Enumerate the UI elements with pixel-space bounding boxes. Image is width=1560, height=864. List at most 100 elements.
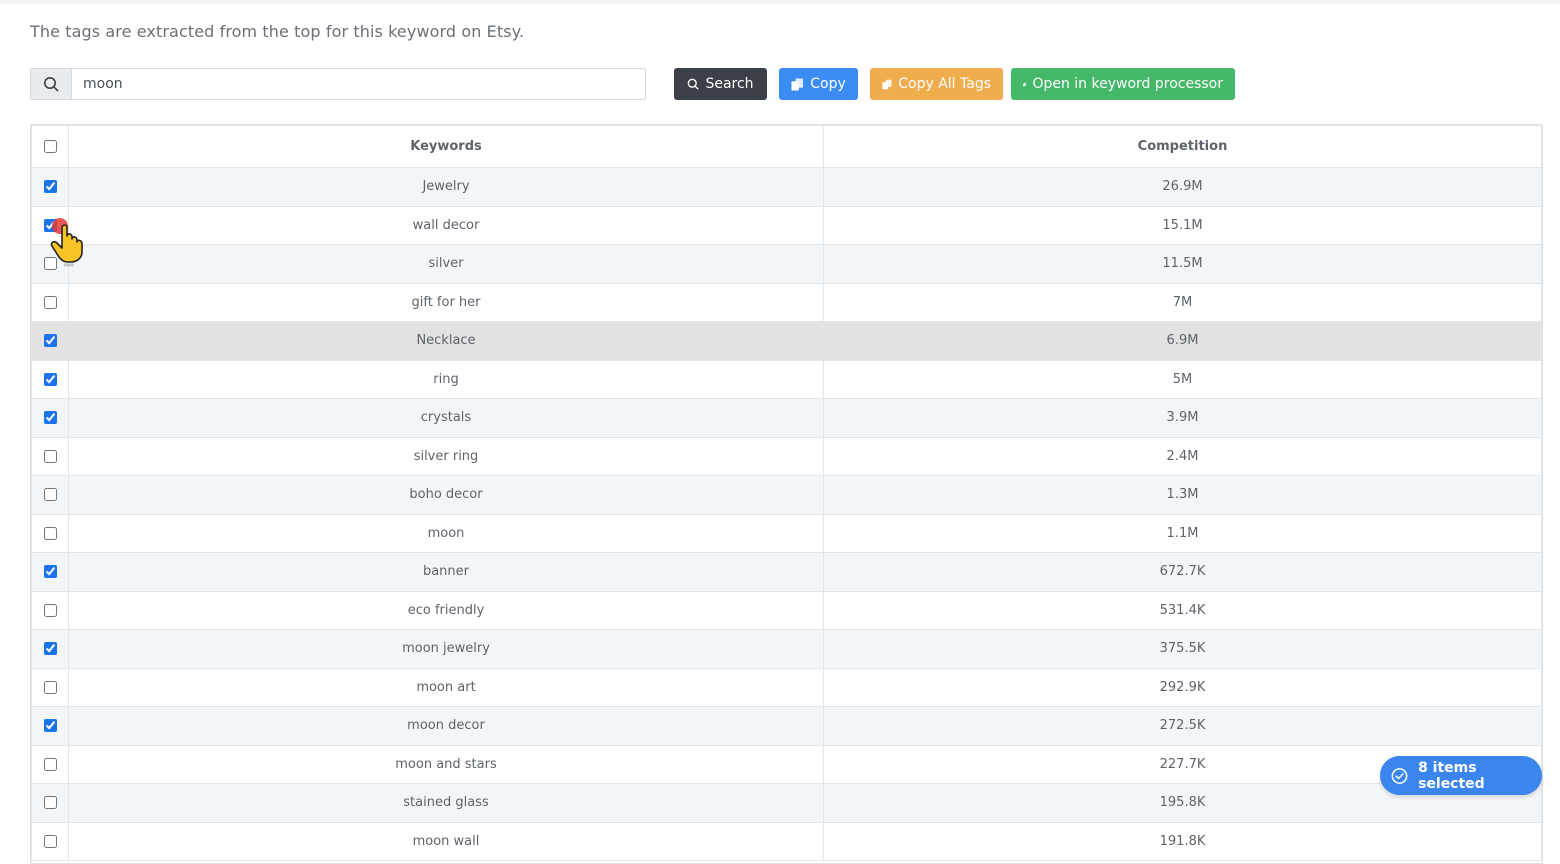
competition-cell: 6.9M — [823, 321, 1542, 361]
row-select-cell — [31, 244, 69, 284]
competition-cell: 292.9K — [823, 667, 1542, 707]
table-row[interactable]: moon and stars 227.7K — [31, 744, 1542, 784]
row-select-cell — [31, 167, 69, 207]
keyword-cell: ring — [68, 359, 824, 399]
keyword-cell: wall decor — [68, 205, 824, 245]
row-select-cell — [31, 552, 69, 592]
row-select-checkbox[interactable] — [43, 834, 57, 848]
row-select-checkbox[interactable] — [43, 295, 57, 309]
table-row[interactable]: wall decor 15.1M — [31, 205, 1542, 245]
table-row[interactable]: gift for her 7M — [31, 282, 1542, 322]
row-select-cell — [31, 629, 69, 669]
row-select-checkbox[interactable] — [43, 796, 57, 810]
keyword-cell: eco friendly — [68, 590, 824, 630]
row-select-checkbox[interactable] — [43, 218, 57, 232]
keyword-cell: Jewelry — [68, 167, 824, 207]
competition-cell: 2.4M — [823, 436, 1542, 476]
copy-all-tags-button[interactable]: Copy All Tags — [870, 68, 1003, 100]
check-circle-icon — [1391, 767, 1408, 784]
competition-cell: 672.7K — [823, 552, 1542, 592]
row-select-checkbox[interactable] — [43, 565, 57, 579]
row-select-checkbox[interactable] — [43, 642, 57, 656]
row-select-checkbox[interactable] — [43, 526, 57, 540]
copy-icon — [1023, 82, 1027, 86]
open-keyword-processor-button[interactable]: Open in keyword processor — [1011, 68, 1235, 100]
search-button-label: Search — [705, 76, 754, 92]
row-select-checkbox[interactable] — [43, 180, 57, 194]
copy-icon — [791, 77, 804, 91]
intro-text: The tags are extracted from the top for … — [30, 22, 525, 41]
competition-cell: 272.5K — [823, 706, 1542, 746]
row-select-cell — [31, 706, 69, 746]
keywords-table: Keywords Competition Jewelry 26.9M wall de… — [30, 124, 1543, 864]
row-select-checkbox[interactable] — [43, 488, 57, 502]
table-row[interactable]: ring 5M — [31, 359, 1542, 399]
copy-icon — [882, 79, 892, 89]
selection-count-badge[interactable]: 8 items selected — [1380, 756, 1542, 795]
table-row[interactable]: stained glass 195.8K — [31, 783, 1542, 823]
keyword-cell: gift for her — [68, 282, 824, 322]
search-button[interactable]: Search — [674, 68, 767, 100]
copy-all-tags-button-label: Copy All Tags — [898, 76, 991, 92]
table-row[interactable]: eco friendly 531.4K — [31, 590, 1542, 630]
table-row[interactable]: silver 11.5M — [31, 244, 1542, 284]
table-row[interactable]: moon decor 272.5K — [31, 706, 1542, 746]
row-select-checkbox[interactable] — [43, 449, 57, 463]
row-select-cell — [31, 475, 69, 515]
competition-cell: 7M — [823, 282, 1542, 322]
search-group — [30, 68, 646, 100]
row-select-cell — [31, 744, 69, 784]
keyword-cell: stained glass — [68, 783, 824, 823]
search-icon — [688, 78, 699, 90]
keyword-cell: moon jewelry — [68, 629, 824, 669]
row-select-cell — [31, 821, 69, 861]
table-row[interactable]: banner 672.7K — [31, 552, 1542, 592]
table-row[interactable]: boho decor 1.3M — [31, 475, 1542, 515]
selection-count-label: 8 items selected — [1418, 759, 1485, 792]
row-select-checkbox[interactable] — [43, 757, 57, 771]
competition-cell: 15.1M — [823, 205, 1542, 245]
competition-cell: 3.9M — [823, 398, 1542, 438]
competition-cell: 11.5M — [823, 244, 1542, 284]
table-header-row: Keywords Competition — [31, 125, 1542, 168]
select-all-checkbox[interactable] — [43, 140, 57, 153]
select-all-cell — [31, 125, 69, 168]
table-row[interactable]: moon wall 191.8K — [31, 821, 1542, 861]
keyword-cell: silver ring — [68, 436, 824, 476]
keyword-cell: silver — [68, 244, 824, 284]
keyword-cell: crystals — [68, 398, 824, 438]
table-row[interactable]: Necklace 6.9M — [31, 321, 1542, 361]
copy-button[interactable]: Copy — [779, 68, 858, 100]
row-select-cell — [31, 783, 69, 823]
keyword-cell: banner — [68, 552, 824, 592]
competition-cell: 5M — [823, 359, 1542, 399]
top-divider — [0, 0, 1560, 4]
row-select-checkbox[interactable] — [43, 603, 57, 617]
row-select-checkbox[interactable] — [43, 372, 57, 386]
table-row[interactable]: moon 1.1M — [31, 513, 1542, 553]
row-select-checkbox[interactable] — [43, 411, 57, 425]
row-select-checkbox[interactable] — [43, 719, 57, 733]
search-input[interactable] — [72, 69, 645, 99]
table-row[interactable]: Jewelry 26.9M — [31, 167, 1542, 207]
competition-cell: 1.1M — [823, 513, 1542, 553]
copy-button-label: Copy — [810, 76, 846, 92]
search-icon — [31, 69, 72, 99]
row-select-checkbox[interactable] — [43, 257, 57, 271]
row-select-checkbox[interactable] — [43, 680, 57, 694]
column-header-competition[interactable]: Competition — [823, 125, 1542, 168]
row-select-cell — [31, 436, 69, 476]
row-select-cell — [31, 321, 69, 361]
table-row[interactable]: moon art 292.9K — [31, 667, 1542, 707]
row-select-checkbox[interactable] — [43, 334, 57, 348]
row-select-cell — [31, 398, 69, 438]
column-header-keywords[interactable]: Keywords — [68, 125, 824, 168]
competition-cell: 191.8K — [823, 821, 1542, 861]
table-row[interactable]: silver ring 2.4M — [31, 436, 1542, 476]
keyword-cell: moon decor — [68, 706, 824, 746]
table-row[interactable]: moon jewelry 375.5K — [31, 629, 1542, 669]
row-select-cell — [31, 667, 69, 707]
keyword-cell: Necklace — [68, 321, 824, 361]
row-select-cell — [31, 282, 69, 322]
table-row[interactable]: crystals 3.9M — [31, 398, 1542, 438]
